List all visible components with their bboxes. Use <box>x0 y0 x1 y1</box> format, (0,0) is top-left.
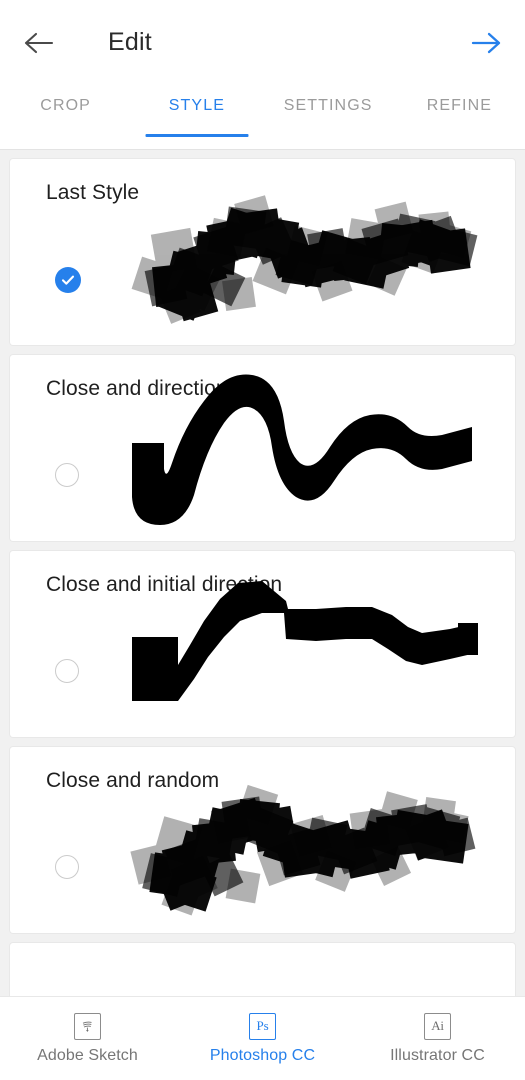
tab-settings-label: SETTINGS <box>283 97 373 114</box>
bottom-nav-label: Illustrator CC <box>390 1046 485 1064</box>
brush-stroke-scatter <box>130 784 476 916</box>
style-card-radio[interactable] <box>55 855 81 881</box>
style-preview-scatter-1 <box>120 169 485 339</box>
style-preview-flat-nib <box>120 561 485 731</box>
adobe-sketch-icon <box>74 1012 101 1040</box>
style-card-radio[interactable] <box>55 463 81 489</box>
app-screen: Edit CROP STYLE SETTINGS REFINE Last Sty… <box>0 0 525 1080</box>
tab-crop[interactable]: CROP <box>0 85 131 149</box>
bottom-nav-label: Adobe Sketch <box>37 1046 138 1064</box>
tab-bar: CROP STYLE SETTINGS REFINE <box>0 85 525 150</box>
back-button[interactable] <box>22 26 56 60</box>
bottom-nav-bar: Adobe Sketch Ps Photoshop CC Ai Illustra… <box>0 996 525 1080</box>
tab-style[interactable]: STYLE <box>131 85 262 149</box>
style-list[interactable]: Last Style Close and directional Close a… <box>0 150 525 997</box>
tab-refine[interactable]: REFINE <box>394 85 525 149</box>
style-card-last-style[interactable]: Last Style <box>10 159 515 345</box>
style-card-radio[interactable] <box>55 659 81 685</box>
tab-crop-label: CROP <box>40 97 91 114</box>
app-header: Edit <box>0 0 525 85</box>
sketch-pencil-icon <box>82 1021 92 1032</box>
radio-empty-icon <box>55 463 79 487</box>
style-card-selected-indicator[interactable] <box>55 267 81 293</box>
page-title: Edit <box>108 28 152 56</box>
check-circle-icon <box>55 267 81 293</box>
bottom-nav-item-adobe-sketch[interactable]: Adobe Sketch <box>0 1012 175 1065</box>
radio-empty-icon <box>55 855 79 879</box>
arrow-right-icon <box>471 32 501 53</box>
photoshop-icon: Ps <box>249 1012 276 1040</box>
brush-stroke-scatter <box>131 195 478 324</box>
bottom-nav-item-illustrator-cc[interactable]: Ai Illustrator CC <box>350 1012 525 1065</box>
style-card-close-and-directional[interactable]: Close and directional <box>10 355 515 541</box>
bottom-nav-label: Photoshop CC <box>209 1046 316 1064</box>
illustrator-icon: Ai <box>424 1012 451 1040</box>
style-card-close-and-initial-direction[interactable]: Close and initial direction <box>10 551 515 737</box>
brush-stroke-flat-nib <box>132 581 478 701</box>
style-preview-smooth <box>120 365 485 535</box>
check-icon <box>61 275 75 285</box>
tab-refine-label: REFINE <box>426 97 493 114</box>
style-preview-scatter-2 <box>120 757 485 927</box>
tab-style-label: STYLE <box>168 97 225 114</box>
bottom-nav-item-photoshop-cc[interactable]: Ps Photoshop CC <box>175 1012 350 1065</box>
forward-button[interactable] <box>469 26 503 60</box>
radio-empty-icon <box>55 659 79 683</box>
arrow-left-icon <box>24 32 54 53</box>
brush-stroke-smooth <box>132 374 472 525</box>
tab-settings[interactable]: SETTINGS <box>263 85 394 149</box>
active-tab-indicator <box>145 134 249 137</box>
style-card-close-and-random[interactable]: Close and random <box>10 747 515 933</box>
style-card-partial[interactable] <box>10 943 515 997</box>
